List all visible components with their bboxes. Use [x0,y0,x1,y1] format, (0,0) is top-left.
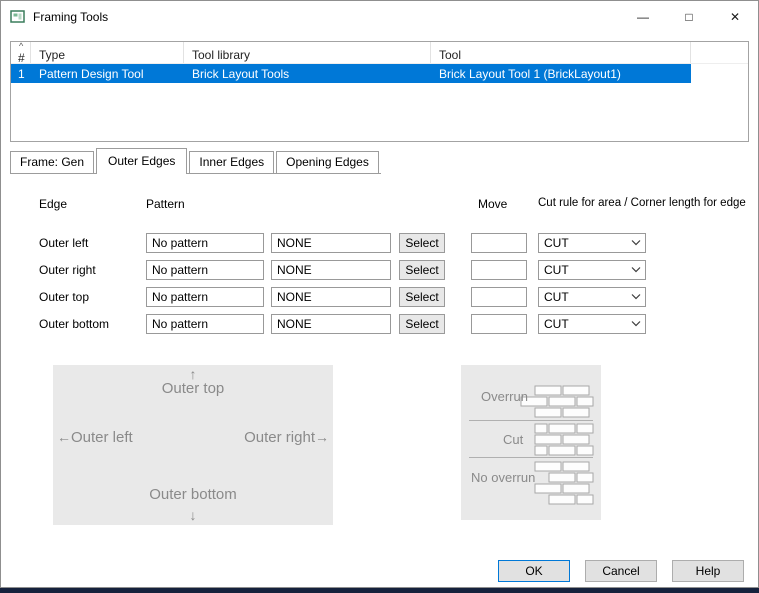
diagram-label-outer-bottom: Outer bottom [149,486,237,503]
close-button[interactable]: ✕ [712,1,758,32]
ok-button[interactable]: OK [498,560,570,582]
tool-list-header: ^ # Type Tool library Tool [11,42,748,64]
column-header-type[interactable]: Type [31,42,184,63]
move-input[interactable] [471,287,527,307]
edge-row-label: Outer left [39,233,88,253]
pattern-value: No pattern [152,317,208,331]
pattern-field[interactable]: No pattern [146,260,264,280]
pattern-library-field[interactable]: NONE [271,287,391,307]
chevron-down-icon [627,321,645,327]
edge-position-diagram: ↑ Outer top ←Outer left Outer right→ Out… [53,365,333,525]
header-cut-rule: Cut rule for area / Corner length for ed… [538,197,746,209]
arrow-right-icon: → [315,429,329,445]
row-tool-library: Brick Layout Tools [184,67,431,81]
pattern-field[interactable]: No pattern [146,314,264,334]
window-title: Framing Tools [33,10,108,24]
pattern-value: No pattern [152,263,208,277]
row-type: Pattern Design Tool [31,67,184,81]
sort-ascending-icon[interactable]: ^ [19,42,23,50]
select-button[interactable]: Select [399,314,445,334]
header-move: Move [478,197,507,211]
tab-frame-gen[interactable]: Frame: Gen [10,151,94,173]
edge-row-label: Outer top [39,287,89,307]
cut-rule-select[interactable]: CUT [538,287,646,307]
framing-tools-window: Framing Tools — □ ✕ ^ # Type Tool librar… [0,0,759,588]
column-header-tool[interactable]: Tool [431,42,691,63]
diagram-label-outer-top: Outer top [162,380,225,397]
move-input[interactable] [471,314,527,334]
select-button[interactable]: Select [399,233,445,253]
cut-rule-value: CUT [539,263,627,277]
cancel-button[interactable]: Cancel [585,560,657,582]
cut-rule-select[interactable]: CUT [538,314,646,334]
chevron-down-icon [627,267,645,273]
tab-inner-edges[interactable]: Inner Edges [189,151,274,173]
cut-rule-value: CUT [539,290,627,304]
pattern-library-value: NONE [277,290,312,304]
diagram-label-outer-right: Outer right→ [244,429,329,446]
arrow-down-icon: ↓ [190,507,197,523]
pattern-library-field[interactable]: NONE [271,314,391,334]
edge-row-outer-bottom: Outer bottom No pattern NONE Select CUT [1,314,758,334]
table-row-selected[interactable]: 1 Pattern Design Tool Brick Layout Tools… [11,64,691,83]
tab-bar: Frame: Gen Outer Edges Inner Edges Openi… [10,148,381,174]
tool-list: ^ # Type Tool library Tool 1 Pattern Des… [10,41,749,142]
row-num: 1 [11,67,31,81]
edge-row-outer-left: Outer left No pattern NONE Select CUT [1,233,758,253]
app-icon [10,9,26,25]
cut-rule-value: CUT [539,317,627,331]
cut-rule-value: CUT [539,236,627,250]
diagram-label-outer-left: ←Outer left [57,429,133,446]
chevron-down-icon [627,294,645,300]
pattern-library-field[interactable]: NONE [271,233,391,253]
diagram-label-text: Outer right [244,429,315,446]
minimize-button[interactable]: — [620,1,666,32]
pattern-library-value: NONE [277,236,312,250]
pattern-field[interactable]: No pattern [146,233,264,253]
label-no-overrun: No overrun [471,470,535,485]
tab-outer-edges[interactable]: Outer Edges [96,148,187,174]
row-tool: Brick Layout Tool 1 (BrickLayout1) [431,67,691,81]
move-input[interactable] [471,233,527,253]
overrun-diagram: Overrun Cut No overrun [461,365,601,520]
window-controls: — □ ✕ [620,1,758,32]
screen: Framing Tools — □ ✕ ^ # Type Tool librar… [0,0,759,593]
select-button[interactable]: Select [399,260,445,280]
pattern-library-field[interactable]: NONE [271,260,391,280]
pattern-value: No pattern [152,290,208,304]
diagram-label-text: Outer left [71,429,133,446]
select-button[interactable]: Select [399,287,445,307]
label-overrun: Overrun [481,389,528,404]
edge-row-outer-top: Outer top No pattern NONE Select CUT [1,287,758,307]
cut-rule-select[interactable]: CUT [538,233,646,253]
pattern-library-value: NONE [277,317,312,331]
edge-row-label: Outer bottom [39,314,109,334]
screen-edge [0,588,759,593]
cut-rule-select[interactable]: CUT [538,260,646,280]
tab-opening-edges[interactable]: Opening Edges [276,151,379,173]
chevron-down-icon [627,240,645,246]
edge-row-label: Outer right [39,260,96,280]
header-edge: Edge [39,197,67,211]
arrow-left-icon: ← [57,429,71,445]
pattern-library-value: NONE [277,263,312,277]
pattern-value: No pattern [152,236,208,250]
column-header-tool-library[interactable]: Tool library [184,42,431,63]
help-button[interactable]: Help [672,560,744,582]
maximize-button[interactable]: □ [666,1,712,32]
titlebar[interactable]: Framing Tools — □ ✕ [1,1,758,32]
header-pattern: Pattern [146,197,185,211]
label-cut: Cut [503,432,523,447]
move-input[interactable] [471,260,527,280]
pattern-field[interactable]: No pattern [146,287,264,307]
edge-row-outer-right: Outer right No pattern NONE Select CUT [1,260,758,280]
